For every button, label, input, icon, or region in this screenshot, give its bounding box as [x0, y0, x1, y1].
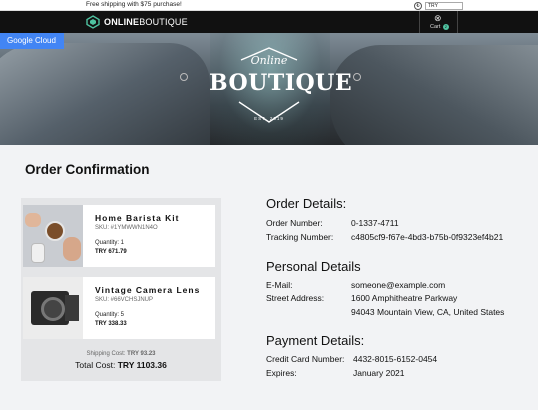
order-number-label: Order Number:	[266, 218, 323, 228]
street-address-label: Street Address:	[266, 293, 325, 303]
tracking-number-value: c4805cf9-f67e-4bd3-b75b-0f9323ef4b21	[351, 232, 504, 242]
boutique-logo-icon	[86, 15, 100, 29]
logo-main: BOUTIQUE	[209, 70, 353, 96]
top-bar: Free shipping with $75 purchase! ₺ TRY	[0, 0, 538, 11]
personal-details-title: Personal Details	[266, 259, 361, 274]
power-button-icon	[180, 73, 188, 81]
address-line-1: 1600 Amphitheatre Parkway	[351, 293, 458, 303]
shipping-message: Free shipping with $75 purchase!	[86, 1, 182, 8]
item-name: Home Barista Kit	[95, 213, 180, 223]
logo-est: EST. 2019	[254, 116, 284, 121]
currency-select[interactable]: TRY	[425, 1, 463, 10]
page-title: Order Confirmation	[25, 162, 150, 177]
cart-count-badge: 2	[442, 24, 449, 30]
order-item[interactable]: Home Barista Kit SKU: #1YMWWN1N4O Quanti…	[23, 205, 215, 267]
shipping-cost: Shipping Cost: TRY 93.23	[86, 351, 156, 357]
logo[interactable]: ONLINEBOUTIQUE	[86, 14, 188, 30]
headset-image-left	[0, 43, 210, 145]
product-image[interactable]	[23, 205, 83, 267]
item-price: TRY 338.33	[95, 321, 127, 327]
item-quantity: Quantity: 5	[95, 312, 125, 318]
google-cloud-badge: Google Cloud	[0, 33, 64, 49]
card-number-value: 4432-8015-6152-0454	[353, 354, 438, 364]
item-price: TRY 671.79	[95, 249, 127, 255]
item-name: Vintage Camera Lens	[95, 285, 201, 295]
logo-text: ONLINEBOUTIQUE	[104, 17, 188, 27]
order-item[interactable]: Vintage Camera Lens SKU: #66VCHSJNUP Qua…	[23, 277, 215, 339]
order-number-value: 0-1337-4711	[351, 218, 399, 228]
email-label: E-Mail:	[266, 280, 293, 290]
item-sku: SKU: #1YMWWN1N4O	[95, 225, 158, 231]
power-button-icon	[353, 73, 361, 81]
address-line-2: 94043 Mountain View, CA, United States	[351, 307, 505, 317]
order-details-title: Order Details:	[266, 196, 347, 211]
product-image[interactable]	[23, 277, 83, 339]
cart-label: Cart 2	[430, 24, 449, 30]
logo-script: Online	[250, 54, 288, 67]
tracking-number-label: Tracking Number:	[266, 232, 334, 242]
currency-icon: ₺	[414, 1, 422, 10]
item-quantity: Quantity: 1	[95, 240, 125, 246]
total-cost: Total Cost: TRY 1103.36	[75, 360, 167, 370]
payment-details-title: Payment Details:	[266, 333, 365, 348]
email-value: someone@example.com	[351, 280, 446, 290]
expires-value: January 2021	[353, 368, 405, 378]
boutique-hero-logo: Online BOUTIQUE EST. 2019	[209, 46, 353, 126]
cart-button[interactable]: ⊗ Cart 2	[419, 11, 458, 33]
headset-image-right	[330, 45, 538, 145]
item-sku: SKU: #66VCHSJNUP	[95, 297, 154, 303]
expires-label: Expires:	[266, 368, 297, 378]
card-number-label: Credit Card Number:	[266, 354, 345, 364]
cart-icon: ⊗	[434, 13, 442, 23]
